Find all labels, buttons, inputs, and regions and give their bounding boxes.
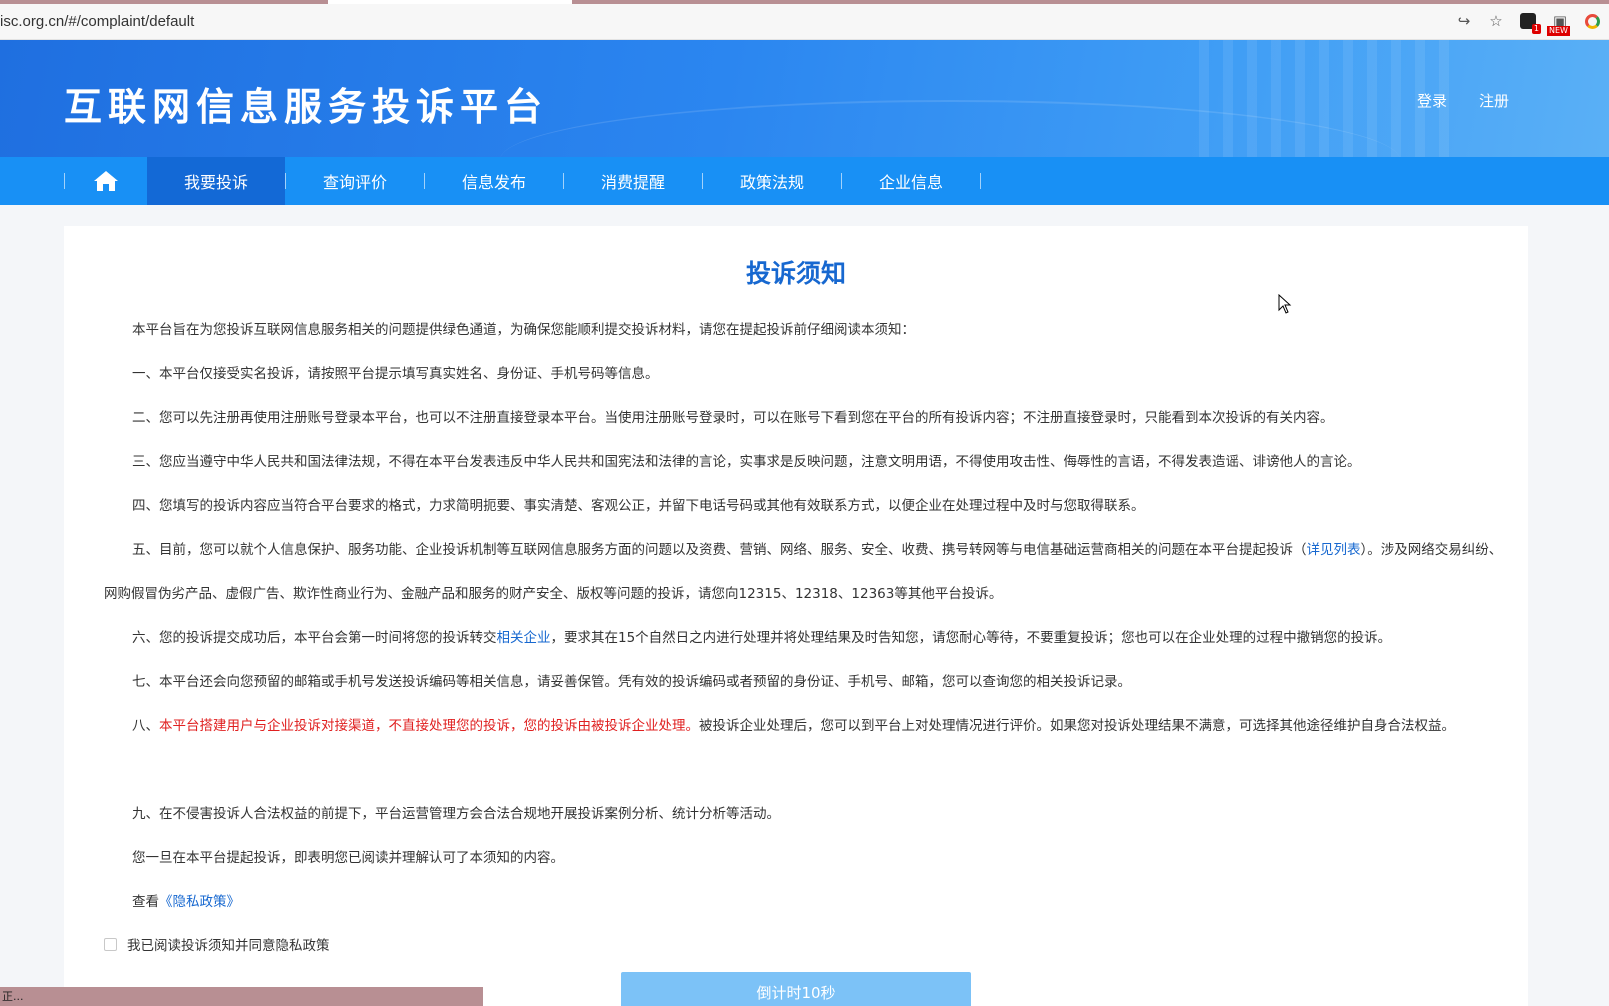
notice-item-7: 七、本平台还会向您预留的邮箱或手机号发送投诉编码等相关信息，请妥善保管。凭有效的…	[132, 674, 1131, 690]
notice-item-3: 三、您应当遵守中华人民共和国法律法规，不得在本平台发表违反中华人民共和国宪法和法…	[132, 454, 1361, 470]
nav-consumer-alert[interactable]: 消费提醒	[564, 157, 702, 205]
nav-info[interactable]: 信息发布	[425, 157, 563, 205]
bookmark-star-icon[interactable]: ☆	[1487, 12, 1505, 30]
notice-closing: 您一旦在本平台提起投诉，即表明您已阅读并理解认可了本须知的内容。	[132, 850, 564, 866]
countdown-button[interactable]: 倒计时10秒	[621, 972, 971, 1006]
nav-policy[interactable]: 政策法规	[703, 157, 841, 205]
nav-query[interactable]: 查询评价	[286, 157, 424, 205]
privacy-policy-link[interactable]: 《隐私政策》	[159, 894, 240, 910]
mouse-cursor-icon	[1278, 294, 1292, 314]
agree-checkbox[interactable]	[104, 937, 117, 951]
notice-intro: 本平台旨在为您投诉互联网信息服务相关的问题提供绿色通道，为确保您能顺利提交投诉材…	[132, 322, 915, 338]
notice-item-9: 九、在不侵害投诉人合法权益的前提下，平台运营管理方会合法合规地开展投诉案例分析、…	[132, 806, 780, 822]
notice-title: 投诉须知	[745, 259, 846, 288]
privacy-line: 查看《隐私政策》	[132, 894, 240, 910]
nav-complain[interactable]: 我要投诉	[147, 157, 285, 205]
nav-enterprise[interactable]: 企业信息	[842, 157, 980, 205]
detail-list-link[interactable]: 详见列表	[1307, 542, 1361, 558]
notice-item-2: 二、您可以先注册再使用注册账号登录本平台，也可以不注册直接登录本平台。当使用注册…	[132, 410, 1334, 426]
home-icon[interactable]	[65, 157, 147, 205]
share-icon[interactable]: ↪	[1455, 12, 1473, 30]
agree-label: 我已阅读投诉须知并同意隐私政策	[127, 938, 330, 954]
agree-row[interactable]: 我已阅读投诉须知并同意隐私政策	[104, 934, 330, 954]
address-bar[interactable]: isc.org.cn/#/complaint/default ↪ ☆ 1 ▣ NE…	[0, 4, 1609, 40]
notice-item-4: 四、您填写的投诉内容应当符合平台要求的格式，力求简明扼要、事实清楚、客观公正，并…	[132, 498, 1145, 514]
site-header: 互联网信息服务投诉平台 登录 注册	[0, 40, 1609, 157]
browser-status-bar: 正...	[0, 987, 483, 1006]
main-nav: 我要投诉 查询评价 信息发布 消费提醒 政策法规 企业信息	[0, 157, 1609, 205]
login-link[interactable]: 登录	[1417, 90, 1447, 111]
register-link[interactable]: 注册	[1479, 90, 1509, 111]
notice-item-5: 五、目前，您可以就个人信息保护、服务功能、企业投诉机制等互联网信息服务方面的问题…	[104, 542, 1503, 602]
warning-text: 本平台搭建用户与企业投诉对接渠道，不直接处理您的投诉，您的投诉由被投诉企业处理。	[159, 718, 699, 734]
site-title: 互联网信息服务投诉平台	[64, 85, 549, 129]
related-enterprise-link[interactable]: 相关企业	[497, 630, 551, 646]
notice-item-1: 一、本平台仅接受实名投诉，请按照平台提示填写真实姓名、身份证、手机号码等信息。	[132, 366, 659, 382]
url-text[interactable]: isc.org.cn/#/complaint/default	[0, 13, 194, 30]
notice-item-8: 八、本平台搭建用户与企业投诉对接渠道，不直接处理您的投诉，您的投诉由被投诉企业处…	[132, 718, 1455, 734]
notice-card: 投诉须知 本平台旨在为您投诉互联网信息服务相关的问题提供绿色通道，为确保您能顺利…	[64, 226, 1528, 1006]
camera-extension-icon[interactable]: ▣ NEW	[1547, 12, 1570, 36]
notice-item-6: 六、您的投诉提交成功后，本平台会第一时间将您的投诉转交相关企业，要求其在15个自…	[132, 630, 1392, 646]
chrome-extension-icon[interactable]	[1583, 12, 1601, 30]
extension-icon[interactable]: 1	[1519, 12, 1541, 34]
